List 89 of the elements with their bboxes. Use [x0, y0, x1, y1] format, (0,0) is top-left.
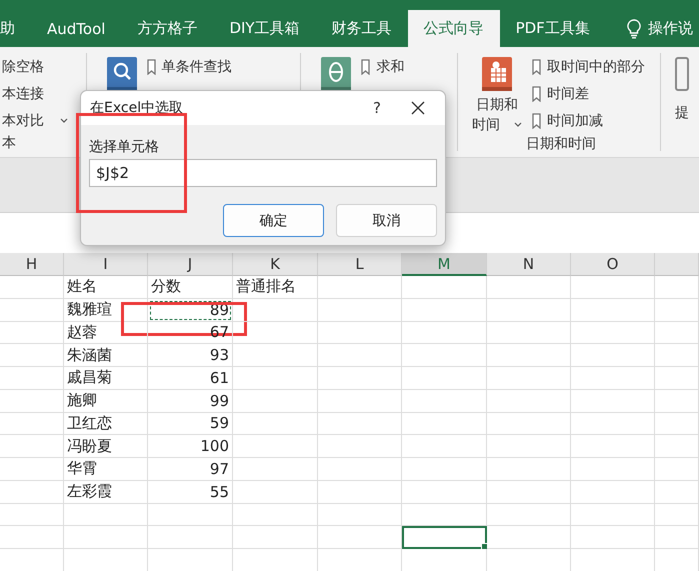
table-cell: 赵蓉 — [64, 322, 148, 344]
ribbon-tab[interactable]: 公式向导 — [408, 10, 500, 47]
table-cell: 施卿 — [64, 390, 148, 412]
column-header[interactable]: H — [0, 253, 64, 276]
table-cell — [0, 458, 64, 481]
table-cell — [0, 390, 64, 412]
dialog-button[interactable]: 确定 — [223, 204, 324, 237]
ribbon-tab[interactable]: 方方格子 — [121, 10, 214, 47]
bookmark-icon — [532, 112, 542, 128]
table-cell — [655, 276, 699, 299]
table-cell — [655, 458, 699, 481]
table-cell: 59 — [148, 412, 233, 436]
table-cell — [655, 526, 699, 549]
table-cell: 戚昌菊 — [64, 367, 148, 390]
table-cell: 卫红恋 — [64, 412, 148, 436]
column-header[interactable]: N — [487, 253, 571, 276]
table-cell: 华霄 — [64, 458, 148, 481]
table-cell — [655, 322, 699, 344]
column-header[interactable]: K — [233, 253, 318, 276]
ribbon-command[interactable]: 单条件查找 — [146, 53, 232, 80]
column-header[interactable]: M — [402, 253, 487, 276]
ribbon-command[interactable]: 除空格 — [2, 53, 68, 80]
table-cell — [0, 412, 64, 436]
bookmark-icon — [532, 86, 542, 102]
table-cell — [655, 435, 699, 458]
help-button[interactable]: ? — [357, 99, 397, 117]
table-cell: 魏雅瑄 — [64, 298, 148, 322]
table-cell — [0, 526, 64, 549]
table-cell — [655, 504, 699, 526]
dialog-button[interactable]: 取消 — [336, 204, 437, 237]
date-time-button[interactable]: 日期和 时间 — [472, 53, 522, 135]
table-cell — [655, 480, 699, 504]
table-cell — [0, 480, 64, 504]
ribbon-tab[interactable]: AudTool — [31, 10, 122, 47]
table-cell: 冯盼夏 — [64, 435, 148, 458]
table-cell: 99 — [148, 390, 233, 412]
table-cell — [0, 435, 64, 458]
table-cell — [655, 344, 699, 367]
ribbon-command[interactable]: 时间差 — [532, 80, 646, 107]
table-cell: 朱涵菌 — [64, 344, 148, 367]
table-cell — [655, 412, 699, 436]
caret-icon — [514, 122, 522, 128]
close-icon[interactable] — [411, 101, 425, 115]
ribbon-command[interactable]: 取时间中的部分 — [532, 53, 646, 80]
table-cell: 姓名 — [64, 276, 148, 299]
table-cell — [0, 276, 64, 299]
ribbon-command[interactable]: 求和 — [361, 53, 404, 80]
input-field[interactable]: $J$2 — [89, 159, 437, 187]
ribbon-tab[interactable]: PDF工具集 — [500, 10, 606, 47]
selected-cell[interactable] — [402, 526, 487, 549]
column-header[interactable]: I — [64, 253, 148, 276]
group-label: 本 — [2, 134, 17, 152]
table-cell — [0, 367, 64, 390]
table-cell — [0, 298, 64, 322]
column-header[interactable]: L — [318, 253, 402, 276]
ribbon-tab[interactable]: 财务工具 — [316, 10, 408, 47]
table-cell: 左彩霞 — [64, 480, 148, 504]
table-cell — [0, 344, 64, 367]
table-cell: 分数 — [148, 276, 233, 299]
field-label: 选择单元格 — [89, 138, 160, 157]
column-header[interactable]: O — [571, 253, 655, 276]
command-icon — [675, 57, 689, 91]
caret-icon — [60, 118, 68, 124]
lightbulb-icon — [626, 18, 642, 38]
ribbon-command[interactable]: 提 — [675, 99, 689, 126]
table-cell — [0, 504, 64, 526]
bookmark-icon — [532, 58, 542, 74]
bookmark-icon — [146, 58, 156, 74]
table-cell — [655, 390, 699, 412]
tell-me-button[interactable]: 操作说 — [606, 10, 693, 47]
ribbon-tab[interactable]: 助 — [0, 10, 31, 47]
calendar-book-icon — [482, 57, 512, 91]
table-cell: 55 — [148, 480, 233, 504]
bookmark-icon — [361, 58, 370, 74]
table-cell: 61 — [148, 367, 233, 390]
fill-handle[interactable] — [481, 543, 488, 550]
table-cell: 100 — [148, 435, 233, 458]
table-cell: 93 — [148, 344, 233, 367]
column-header[interactable]: J — [148, 253, 233, 276]
ribbon-tab[interactable]: DIY工具箱 — [213, 10, 316, 47]
ribbon-command[interactable]: 本对比 — [2, 107, 68, 134]
ribbon-command[interactable]: 时间加减 — [532, 107, 646, 134]
table-cell: 普通排名 — [233, 276, 318, 299]
group-label: 日期和时间 — [525, 135, 598, 153]
table-cell — [655, 367, 699, 390]
ribbon-command[interactable]: 本连接 — [2, 80, 68, 107]
table-cell — [655, 298, 699, 322]
table-cell — [0, 322, 64, 344]
table-cell: 97 — [148, 458, 233, 481]
